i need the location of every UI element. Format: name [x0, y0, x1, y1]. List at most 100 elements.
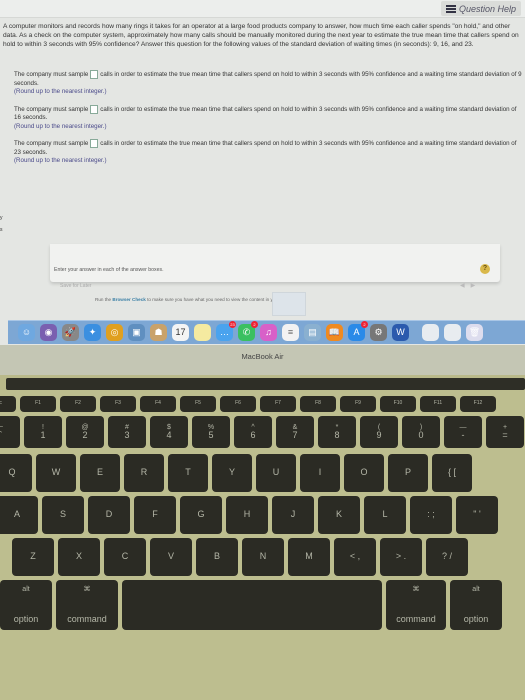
key-f6[interactable]: F6 [220, 396, 256, 412]
dock-word-icon[interactable]: W [392, 324, 409, 341]
dock-document-1-icon[interactable] [422, 324, 439, 341]
key-d[interactable]: D [88, 496, 130, 534]
dock-document-2-icon[interactable] [444, 324, 461, 341]
key-x[interactable]: X [58, 538, 100, 576]
keyboard-row: ~ `! 1 @2 #3 $4% 5 ^ 6 & 7 * 8(9) 0— - + = [0, 416, 524, 448]
dock-ibooks-icon[interactable]: 📖 [326, 324, 343, 341]
round-hint: (Round up to the nearest integer.) [14, 122, 107, 130]
save-for-later-button[interactable]: Save for Later [60, 283, 91, 289]
key-quote[interactable]: " ' [456, 496, 498, 534]
key-c[interactable]: C [104, 538, 146, 576]
key-m[interactable]: M [288, 538, 330, 576]
key-t[interactable]: T [168, 454, 208, 492]
key-1[interactable]: ! 1 [24, 416, 62, 448]
key-space[interactable] [122, 580, 382, 630]
dock-safari-icon[interactable]: ✦ [84, 324, 101, 341]
key-v[interactable]: V [150, 538, 192, 576]
key-f3[interactable]: F3 [100, 396, 136, 412]
key-f11[interactable]: F11 [420, 396, 456, 412]
key-slash[interactable]: ? / [426, 538, 468, 576]
key-semicolon[interactable]: : ; [410, 496, 452, 534]
dock-launchpad-icon[interactable]: 🚀 [62, 324, 79, 341]
dock-notes-icon[interactable] [194, 324, 211, 341]
dock-siri-icon[interactable]: ◉ [40, 324, 57, 341]
key-f[interactable]: F [134, 496, 176, 534]
key-9[interactable]: (9 [360, 416, 398, 448]
key-h[interactable]: H [226, 496, 268, 534]
key-i[interactable]: I [300, 454, 340, 492]
answer-input-sd-9[interactable] [90, 70, 99, 79]
key-n[interactable]: N [242, 538, 284, 576]
key-w[interactable]: W [36, 454, 76, 492]
key-g[interactable]: G [180, 496, 222, 534]
dock-facetime-icon[interactable]: ✆ 2 [238, 321, 258, 341]
key-j[interactable]: J [272, 496, 314, 534]
key-e[interactable]: E [80, 454, 120, 492]
key-r[interactable]: R [124, 454, 164, 492]
key-p[interactable]: P [388, 454, 428, 492]
key-`[interactable]: ~ ` [0, 416, 20, 448]
dock-calendar-icon[interactable]: 17 [172, 324, 189, 341]
question-nav: ◀▶ [460, 282, 481, 289]
dock: ☺ ◉ 🚀 ✦ ◎ ▣ ☗ 17 … 23 ✆ 2 ♫ ≡ ▤ 📖 A 2 ⚙ W 🗑 [8, 320, 525, 344]
key-f1[interactable]: F1 [20, 396, 56, 412]
keyboard-row: Z X C V B N M < , > .? / [12, 538, 468, 576]
key-esc[interactable]: esc [0, 396, 16, 412]
key-7[interactable]: & 7 [276, 416, 314, 448]
key-6[interactable]: ^ 6 [234, 416, 272, 448]
dock-trash-icon[interactable]: 🗑 [466, 324, 483, 341]
key-8[interactable]: * 8 [318, 416, 356, 448]
dock-messages-icon[interactable]: … 23 [216, 321, 236, 341]
question-help-label: Question Help [458, 3, 516, 14]
key-q[interactable]: Q [0, 454, 32, 492]
dock-itunes-icon[interactable]: ♫ [260, 324, 277, 341]
key-z[interactable]: Z [12, 538, 54, 576]
key-b[interactable]: B [196, 538, 238, 576]
key-right-option[interactable]: alt option [450, 580, 502, 630]
dock-finder-icon[interactable]: ☺ [18, 324, 35, 341]
key-f4[interactable]: F4 [140, 396, 176, 412]
next-arrow-icon[interactable]: ▶ [471, 283, 482, 289]
dock-app-store-icon[interactable]: A2 [348, 321, 368, 341]
key-f10[interactable]: F10 [380, 396, 416, 412]
dock-photo-booth-icon[interactable]: ▤ [304, 324, 321, 341]
key-right-command[interactable]: ⌘ command [386, 580, 446, 630]
key-=[interactable]: + = [486, 416, 524, 448]
laptop-screen: Question Help A computer monitors and re… [0, 0, 525, 345]
dock-contacts-icon[interactable]: ☗ [150, 324, 167, 341]
key-s[interactable]: S [42, 496, 84, 534]
key-4[interactable]: $4 [150, 416, 188, 448]
dock-system-preferences-icon[interactable]: ⚙ [370, 324, 387, 341]
prev-arrow-icon[interactable]: ◀ [460, 283, 471, 289]
key-l[interactable]: L [364, 496, 406, 534]
key-k[interactable]: K [318, 496, 360, 534]
answer-input-sd-23[interactable] [90, 139, 99, 149]
key-y[interactable]: Y [212, 454, 252, 492]
browser-check-link[interactable]: Browser Check [112, 297, 145, 302]
question-help-button[interactable]: Question Help [440, 1, 521, 16]
key-a[interactable]: A [0, 496, 38, 534]
key-comma[interactable]: < , [334, 538, 376, 576]
key-f2[interactable]: F2 [60, 396, 96, 412]
key-3[interactable]: #3 [108, 416, 146, 448]
dock-preview-icon[interactable]: ▣ [128, 324, 145, 341]
key-f9[interactable]: F9 [340, 396, 376, 412]
key-5[interactable]: % 5 [192, 416, 230, 448]
help-icon[interactable]: ? [480, 264, 490, 274]
answer-input-sd-16[interactable] [90, 104, 99, 114]
key-f7[interactable]: F7 [260, 396, 296, 412]
key-f12[interactable]: F12 [460, 396, 496, 412]
key-f5[interactable]: F5 [180, 396, 216, 412]
key-left-option[interactable]: alt option [0, 580, 52, 630]
dock-reminders-icon[interactable]: ≡ [282, 324, 299, 341]
key-2[interactable]: @2 [66, 416, 104, 448]
key-u[interactable]: U [256, 454, 296, 492]
key-period[interactable]: > . [380, 538, 422, 576]
dock-chrome-icon[interactable]: ◎ [106, 324, 123, 341]
key-f8[interactable]: F8 [300, 396, 336, 412]
key-{[interactable]: { [ [432, 454, 472, 492]
key--[interactable]: — - [444, 416, 482, 448]
key-0[interactable]: ) 0 [402, 416, 440, 448]
key-left-command[interactable]: ⌘ command [56, 580, 118, 630]
key-o[interactable]: O [344, 454, 384, 492]
